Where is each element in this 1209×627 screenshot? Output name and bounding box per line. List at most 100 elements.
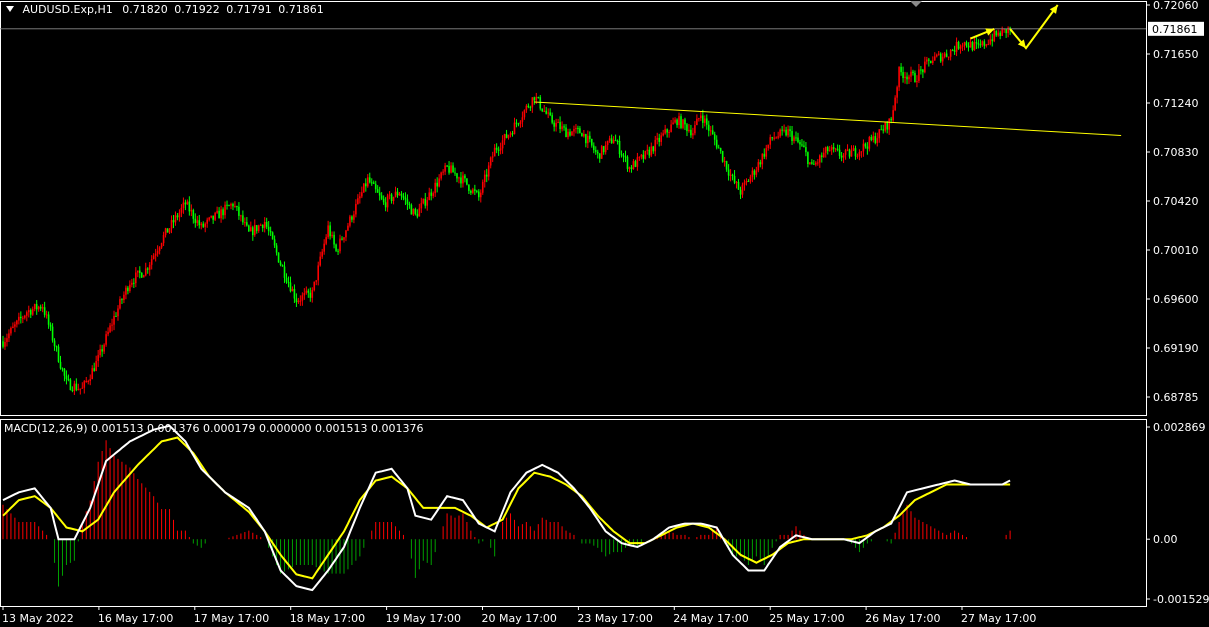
candle-body bbox=[396, 191, 399, 196]
candle-body bbox=[111, 324, 113, 326]
candle-body bbox=[376, 189, 379, 193]
candle-body bbox=[158, 247, 161, 251]
candle-body bbox=[259, 224, 262, 226]
candle-body bbox=[366, 177, 369, 187]
symbol-header[interactable]: AUDUSD.Exp,H1 0.71820 0.71922 0.71791 0.… bbox=[6, 3, 324, 16]
candle-body bbox=[787, 129, 789, 136]
candle-body bbox=[537, 96, 540, 98]
candle-body bbox=[608, 138, 611, 141]
candle-body bbox=[138, 270, 141, 273]
candle-body bbox=[618, 140, 621, 155]
candle-body bbox=[495, 147, 498, 150]
candle-body bbox=[983, 41, 986, 46]
candle-body bbox=[783, 129, 785, 131]
time-tick-label: 24 May 17:00 bbox=[673, 612, 748, 625]
candle-body bbox=[45, 314, 48, 316]
candle-body bbox=[715, 139, 718, 148]
candle-body bbox=[454, 172, 456, 174]
candle-body bbox=[880, 129, 883, 131]
candle-body bbox=[622, 155, 625, 157]
candle-body bbox=[713, 134, 716, 140]
candle-body bbox=[933, 56, 936, 61]
candle-body bbox=[826, 147, 829, 152]
candle-body bbox=[83, 381, 86, 388]
candle-body bbox=[2, 341, 4, 347]
candle-body bbox=[967, 45, 970, 48]
candle-body bbox=[422, 198, 425, 204]
candle-body bbox=[878, 129, 881, 139]
candle-body bbox=[664, 129, 666, 134]
time-tick-label: 18 May 17:00 bbox=[290, 612, 365, 625]
candle-body bbox=[739, 189, 742, 195]
dropdown-triangle-icon[interactable] bbox=[6, 6, 14, 12]
candle-body bbox=[202, 223, 205, 227]
candle-body bbox=[822, 152, 825, 158]
candle-body bbox=[807, 152, 809, 164]
candle-body bbox=[479, 192, 482, 198]
candle-body bbox=[164, 228, 167, 236]
forecast-arrow-path bbox=[1009, 4, 1059, 50]
candle-body bbox=[275, 245, 278, 253]
candle-body bbox=[287, 281, 290, 283]
candle-body bbox=[702, 115, 704, 123]
candle-body bbox=[975, 42, 978, 44]
ohlc-open: 0.71820 bbox=[122, 3, 168, 16]
candle-body bbox=[380, 195, 383, 199]
candle-body bbox=[852, 148, 855, 151]
candle-body bbox=[656, 137, 659, 140]
candle-body bbox=[876, 138, 879, 143]
candle-body bbox=[180, 207, 183, 213]
time-tick-label: 25 May 17:00 bbox=[769, 612, 844, 625]
candle-body bbox=[836, 148, 839, 150]
candle-body bbox=[818, 155, 821, 163]
candle-body bbox=[707, 124, 710, 131]
candle-body bbox=[170, 220, 173, 229]
candle-body bbox=[971, 41, 974, 51]
candle-body bbox=[1001, 29, 1003, 36]
candle-body bbox=[795, 137, 797, 139]
candle-body bbox=[182, 202, 185, 208]
candle-body bbox=[485, 174, 488, 177]
candle-body bbox=[535, 96, 538, 101]
candle-body bbox=[692, 133, 694, 136]
candle-body bbox=[452, 165, 454, 173]
chart-canvas[interactable]: 0.72060 0.71650 0.71240 0.70830 0.70420 0.700… bbox=[0, 0, 1209, 627]
candle-body bbox=[882, 129, 885, 131]
candle-body bbox=[323, 243, 325, 252]
candle-body bbox=[670, 124, 672, 132]
candle-body bbox=[248, 225, 250, 232]
candle-body bbox=[499, 148, 502, 151]
candle-body bbox=[888, 118, 890, 130]
macd-label: MACD(12,26,9) bbox=[4, 422, 88, 435]
candle-body bbox=[525, 105, 528, 111]
candle-body bbox=[234, 206, 236, 208]
candle-body bbox=[854, 148, 857, 157]
ohlc-close: 0.71861 bbox=[278, 3, 324, 16]
candle-body bbox=[799, 142, 801, 145]
candle-body bbox=[898, 66, 900, 88]
candle-body bbox=[686, 124, 688, 132]
candle-body bbox=[638, 156, 641, 158]
candle-body bbox=[335, 244, 337, 251]
candle-body bbox=[505, 134, 508, 138]
price-tick-label: 0.68785 bbox=[1153, 391, 1199, 404]
candle-body bbox=[392, 196, 395, 201]
candle-body bbox=[73, 383, 76, 391]
candle-body bbox=[208, 217, 210, 220]
candle-body bbox=[438, 178, 440, 187]
candle-body bbox=[178, 212, 181, 218]
candle-body bbox=[850, 150, 853, 157]
candle-body bbox=[662, 133, 664, 136]
candle-body bbox=[563, 126, 565, 128]
candle-body bbox=[709, 130, 712, 132]
candle-body bbox=[244, 222, 246, 224]
macd-pane-border bbox=[0, 419, 1147, 607]
candle-body bbox=[184, 202, 187, 205]
macd-tick-label: -0.001529 bbox=[1153, 593, 1209, 606]
candle-body bbox=[27, 310, 30, 313]
candle-body bbox=[123, 294, 125, 301]
candle-body bbox=[828, 150, 831, 152]
candle-body bbox=[474, 189, 476, 191]
candle-body bbox=[577, 128, 579, 130]
candle-body bbox=[634, 161, 637, 167]
